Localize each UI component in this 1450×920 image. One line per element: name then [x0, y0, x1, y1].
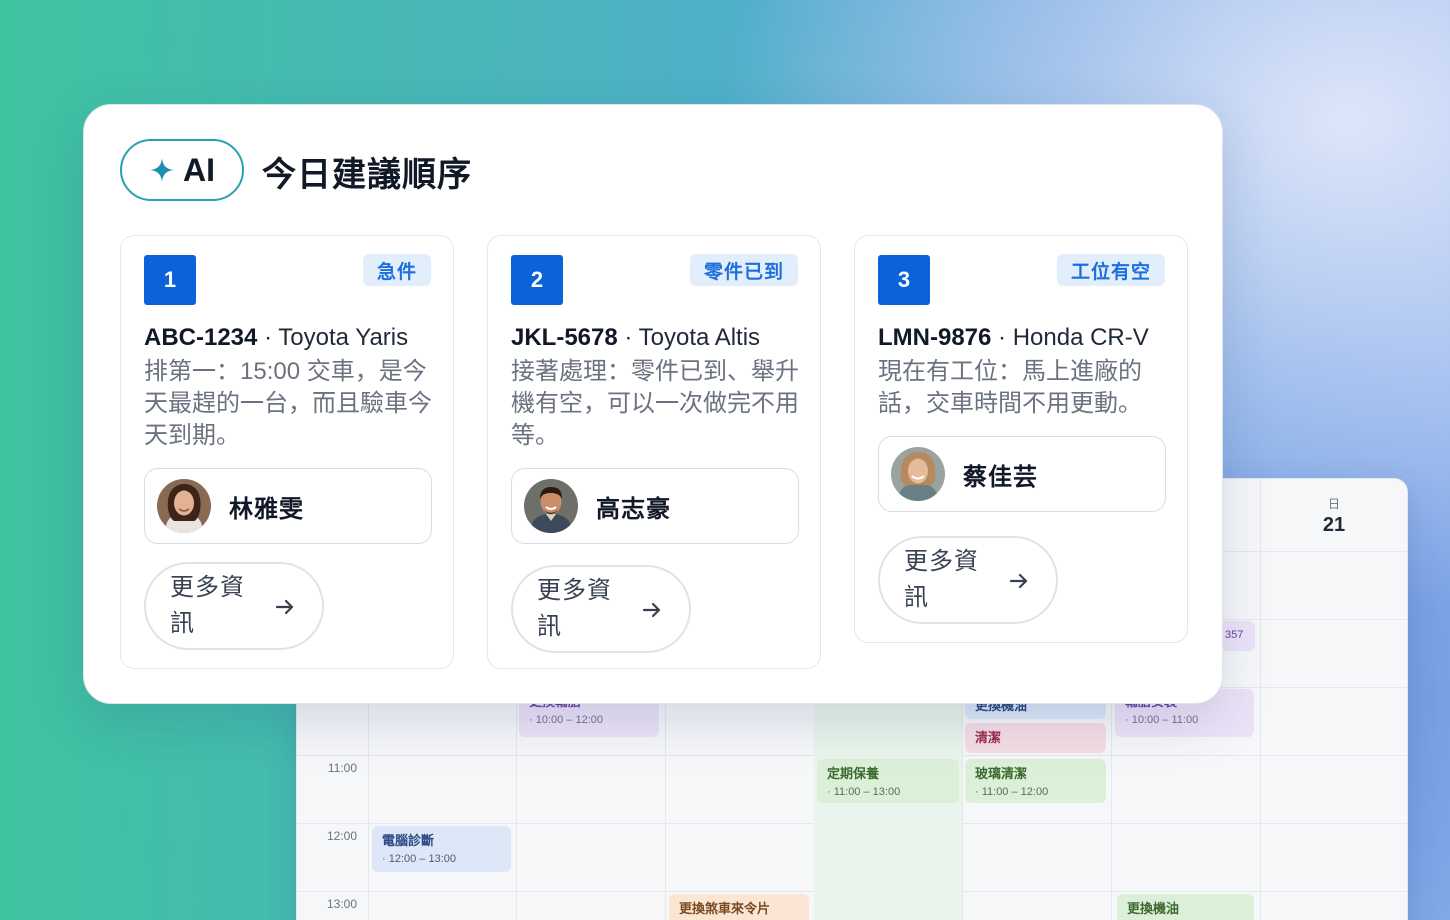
technician-name: 蔡佳芸 [963, 463, 1038, 491]
time-label: 13:00 [326, 897, 357, 911]
arrow-right-icon [1009, 573, 1028, 589]
avatar [157, 479, 211, 533]
vehicle-line: JKL-5678 · Toyota Altis [511, 324, 811, 352]
arrow-right-icon [275, 599, 294, 615]
license-plate: ABC-1234 [144, 324, 258, 351]
event-time: · 10:00 – 11:00 [1125, 714, 1199, 726]
arrow-right-icon [642, 602, 661, 618]
vehicle-model: · Toyota Altis [624, 324, 761, 351]
more-info-button[interactable]: 更多資訊 [511, 565, 691, 653]
ai-badge: AI [120, 139, 244, 201]
calendar-event[interactable]: 定期保養 · 11:00 – 13:00 [817, 759, 959, 803]
event-title: 電腦診斷 [382, 833, 435, 848]
day-number: 21 [1322, 514, 1346, 536]
vehicle-model: · Toyota Yaris [264, 324, 409, 351]
event-title: 清潔 [975, 730, 1002, 745]
technician-chip[interactable]: 高志豪 [511, 468, 799, 544]
technician-chip[interactable]: 林雅雯 [144, 468, 432, 544]
event-title: 357 [1225, 629, 1244, 641]
rank-badge: 1 [144, 255, 196, 305]
avatar [524, 479, 578, 533]
task-card: 3 工位有空 LMN-9876 · Honda CR-V 現在有工位：馬上進廠的… [854, 235, 1188, 643]
license-plate: LMN-9876 [878, 324, 992, 351]
reason-text: 現在有工位：馬上進廠的話，交車時間不用更動。 [878, 358, 1142, 417]
event-time: · 12:00 – 13:00 [382, 853, 457, 865]
more-info-label: 更多資訊 [537, 577, 612, 640]
license-plate: JKL-5678 [511, 324, 618, 351]
time-label: 11:00 [327, 761, 357, 775]
calendar-event[interactable]: 清潔 [965, 723, 1106, 753]
event-time: · 11:00 – 12:00 [975, 786, 1049, 798]
rank-badge: 3 [878, 255, 930, 305]
event-title: 定期保養 [827, 766, 880, 781]
avatar [891, 447, 945, 501]
calendar-event[interactable]: 更換機油 [1117, 894, 1254, 920]
event-title: 更換煞車來令片 [679, 901, 771, 916]
day-name: 日 [1327, 497, 1340, 511]
reason-text: 排第一：15:00 交車，是今天最趕的一台，而且驗車今天到期。 [144, 358, 432, 449]
panel-title: 今日建議順序 [262, 156, 472, 194]
more-info-label: 更多資訊 [904, 548, 979, 611]
event-time: · 11:00 – 13:00 [827, 786, 901, 798]
more-info-label: 更多資訊 [170, 574, 245, 637]
sparkle-icon [150, 158, 174, 182]
more-info-button[interactable]: 更多資訊 [144, 562, 324, 650]
reason-text: 接著處理：零件已到、舉升機有空，可以一次做完不用等。 [511, 358, 799, 449]
rank-badge: 2 [511, 255, 563, 305]
time-label: 12:00 [326, 829, 357, 843]
ai-suggestion-panel: AI 今日建議順序 1 急件 ABC-1234 · Toyota Yaris 排… [83, 104, 1223, 704]
technician-chip[interactable]: 蔡佳芸 [878, 436, 1166, 512]
more-info-button[interactable]: 更多資訊 [878, 536, 1058, 624]
vehicle-line: ABC-1234 · Toyota Yaris [144, 324, 444, 352]
calendar-event[interactable]: 玻璃清潔 · 11:00 – 12:00 [965, 759, 1106, 803]
status-tag: 工位有空 [1056, 254, 1165, 286]
status-tag: 急件 [362, 254, 431, 286]
highlight-column [814, 703, 962, 920]
calendar-event[interactable]: 電腦診斷 · 12:00 – 13:00 [372, 826, 511, 872]
vehicle-line: LMN-9876 · Honda CR-V [878, 324, 1178, 352]
event-title: 玻璃清潔 [975, 766, 1028, 781]
day-header-sunday[interactable]: 日 21 [1260, 479, 1407, 551]
task-card: 2 零件已到 JKL-5678 · Toyota Altis 接著處理：零件已到… [487, 235, 821, 669]
task-card: 1 急件 ABC-1234 · Toyota Yaris 排第一：15:00 交… [120, 235, 454, 669]
technician-name: 林雅雯 [229, 495, 304, 523]
status-tag: 零件已到 [689, 254, 798, 286]
vehicle-model: · Honda CR-V [998, 324, 1149, 351]
event-time: · 10:00 – 12:00 [529, 714, 604, 726]
calendar-event[interactable]: 更換煞車來令片 [669, 894, 809, 920]
calendar-event[interactable]: 357 [1221, 621, 1255, 651]
ai-badge-label: AI [183, 151, 215, 188]
event-title: 更換機油 [1127, 901, 1180, 916]
technician-name: 高志豪 [596, 495, 671, 523]
